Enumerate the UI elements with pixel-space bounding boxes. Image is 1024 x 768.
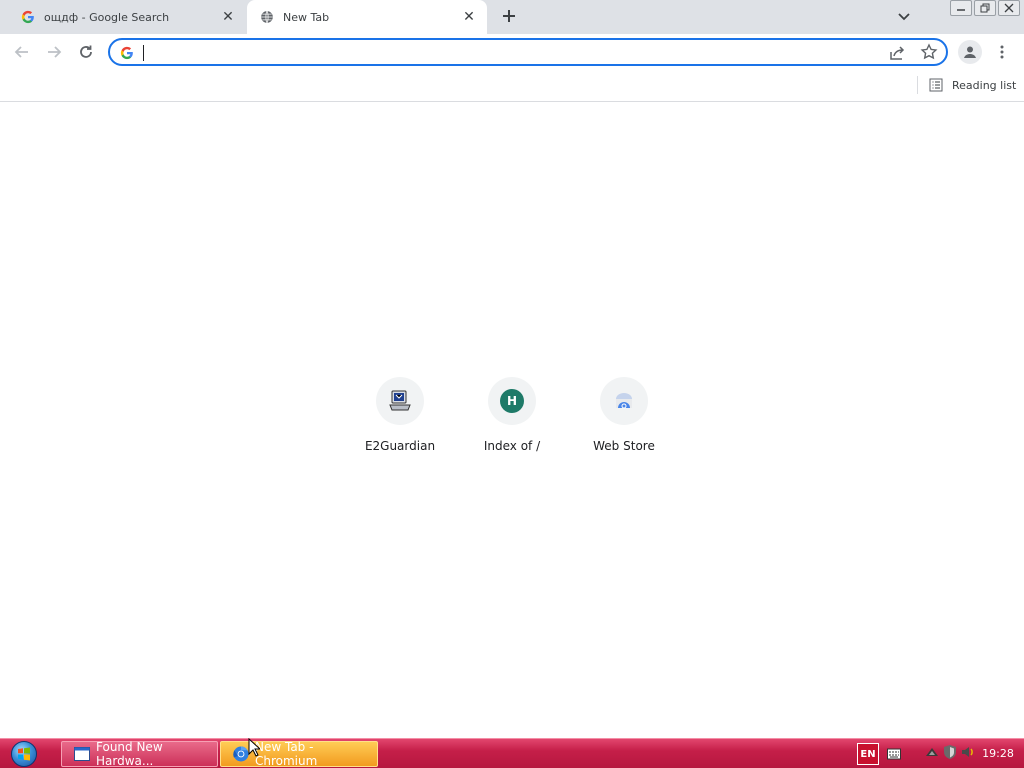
shield-icon[interactable] — [942, 744, 958, 764]
language-indicator[interactable]: EN — [857, 743, 879, 765]
network-icon[interactable] — [924, 744, 940, 764]
shortcut-icon-container — [600, 377, 648, 425]
shortcut-label: Web Store — [593, 439, 655, 453]
reading-list-label: Reading list — [952, 78, 1017, 92]
minimize-button[interactable] — [950, 0, 972, 16]
taskbar-item-label: Found New Hardwa... — [96, 740, 163, 768]
person-icon — [964, 46, 976, 58]
shortcut-label: E2Guardian — [364, 439, 436, 453]
share-icon[interactable] — [888, 44, 906, 62]
window-controls — [948, 0, 1020, 18]
profile-button[interactable] — [958, 40, 982, 64]
tab-search-button[interactable] — [894, 8, 914, 26]
globe-icon — [259, 9, 275, 25]
shortcut-icon-container: H — [488, 377, 536, 425]
chevron-down-icon — [898, 13, 910, 21]
address-input[interactable] — [142, 43, 882, 61]
omnibox[interactable] — [108, 38, 948, 66]
restore-button[interactable] — [974, 0, 996, 16]
forward-button[interactable] — [42, 40, 66, 64]
reading-list-icon — [928, 77, 944, 93]
arrow-left-icon — [14, 46, 28, 58]
screen: ощдф - Google Search ✕ New Tab ✕ Reading… — [0, 0, 1024, 768]
tab-strip: ощдф - Google Search ✕ New Tab ✕ — [0, 0, 1024, 34]
menu-button[interactable] — [992, 40, 1012, 64]
taskbar-item-found-new-hardware[interactable]: Found New Hardwa... — [61, 740, 218, 768]
chromium-icon — [233, 746, 249, 762]
google-g-icon — [20, 9, 36, 25]
bookmarks-bar: Reading list — [0, 70, 1024, 102]
reload-button[interactable] — [74, 40, 98, 64]
taskbar-item-chromium[interactable]: New Tab - Chromium — [220, 740, 378, 768]
keyboard-icon[interactable] — [886, 745, 902, 763]
window-icon — [74, 746, 90, 762]
back-button[interactable] — [10, 40, 34, 64]
close-window-button[interactable] — [998, 0, 1020, 16]
windows-logo-icon — [11, 741, 37, 767]
web-store-icon — [616, 393, 632, 409]
close-icon[interactable]: ✕ — [461, 9, 477, 25]
tab-title: ощдф - Google Search — [44, 10, 170, 24]
shortcut-tile-web-store[interactable]: Web Store — [568, 377, 680, 461]
kebab-menu-icon — [1000, 45, 1004, 59]
shortcut-label: Index of / — [483, 439, 541, 453]
letter-h-icon: H — [500, 389, 524, 413]
arrow-right-icon — [48, 46, 62, 58]
reading-list-button[interactable]: Reading list — [928, 74, 1016, 96]
close-icon[interactable]: ✕ — [220, 9, 236, 25]
new-tab-page: E2Guardian H Index of / Web Store — [0, 103, 1024, 738]
google-g-icon — [120, 45, 134, 60]
system-tray — [924, 744, 976, 764]
reload-icon — [80, 45, 92, 58]
start-button[interactable] — [6, 740, 42, 768]
computer-icon — [389, 390, 411, 411]
tab-title: New Tab — [283, 10, 330, 24]
taskbar: Found New Hardwa... New Tab - Chromium E… — [0, 738, 1024, 768]
shortcut-tile-e2guardian[interactable]: E2Guardian — [344, 377, 456, 461]
toolbar — [0, 34, 1024, 70]
mouse-cursor-icon — [248, 738, 260, 757]
text-caret — [143, 45, 144, 61]
tab-new-tab[interactable]: New Tab ✕ — [247, 0, 487, 34]
taskbar-item-label: New Tab - Chromium — [255, 740, 318, 768]
tab-google-search[interactable]: ощдф - Google Search ✕ — [8, 0, 246, 34]
divider — [917, 76, 918, 94]
new-tab-button[interactable] — [498, 5, 520, 27]
clock[interactable]: 19:28 — [978, 747, 1018, 760]
volume-icon[interactable] — [960, 744, 976, 764]
shortcut-icon-container — [376, 377, 424, 425]
plus-icon — [503, 10, 515, 22]
shortcut-tile-index[interactable]: H Index of / — [456, 377, 568, 461]
star-icon[interactable] — [920, 43, 938, 61]
